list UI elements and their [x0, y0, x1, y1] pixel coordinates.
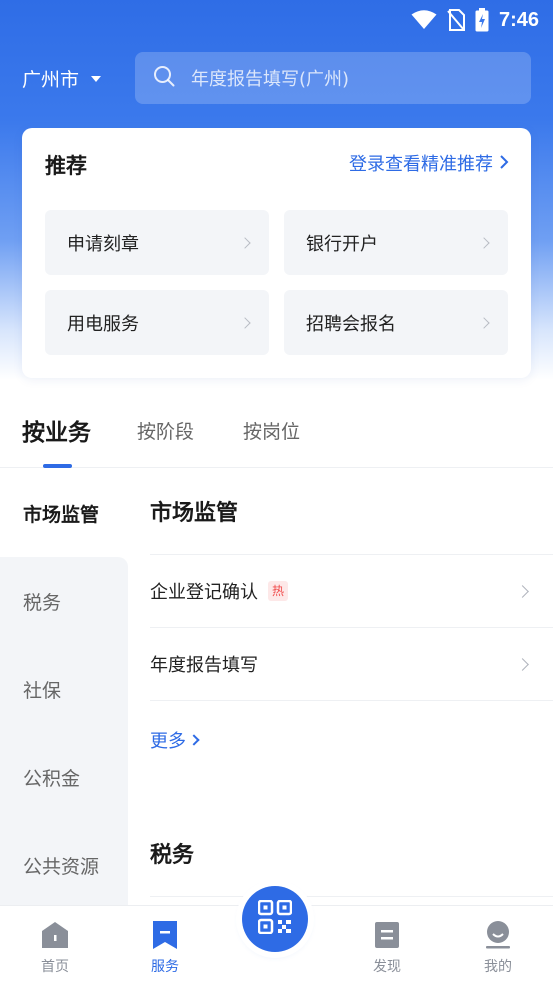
chevron-right-icon: [478, 236, 490, 249]
recommend-title: 推荐: [45, 154, 87, 178]
caret-down-icon: [91, 76, 102, 82]
search-bar[interactable]: 年度报告填写(广州): [135, 52, 531, 104]
search-placeholder: 年度报告填写(广州): [191, 69, 350, 90]
city-selector[interactable]: 广州市: [22, 52, 102, 104]
login-recommend-link[interactable]: 登录查看精准推荐: [349, 150, 509, 176]
city-label: 广州市: [22, 68, 80, 91]
login-recommend-label: 登录查看精准推荐: [349, 154, 493, 175]
search-icon: [153, 65, 175, 91]
recommend-item-label: 招聘会报名: [306, 313, 396, 335]
more-link[interactable]: 更多: [150, 727, 200, 753]
tab-indicator: [43, 464, 72, 468]
nav-label: 发现: [373, 959, 401, 975]
hot-badge: 热: [268, 581, 289, 601]
sidebar-item-housing-fund[interactable]: 公积金: [0, 733, 128, 821]
chevron-right-icon: [499, 153, 509, 174]
recommend-item-seal[interactable]: 申请刻章: [45, 210, 269, 275]
service-row-annual-report[interactable]: 年度报告填写: [150, 627, 553, 700]
recommend-item-electricity[interactable]: 用电服务: [45, 290, 269, 355]
battery-charging-icon: [475, 8, 489, 32]
tab-by-business[interactable]: 按业务: [22, 413, 91, 447]
sidebar-item-market-supervision[interactable]: 市场监管: [0, 469, 128, 557]
category-sidebar: 市场监管 税务 社保 公积金 公共资源: [0, 469, 128, 909]
chevron-right-icon: [478, 316, 490, 329]
service-row-enterprise-registration[interactable]: 企业登记确认 热: [150, 554, 553, 627]
status-time: 7:46: [498, 8, 539, 31]
service-row-label: 企业登记确认: [150, 582, 258, 603]
divider: [150, 896, 553, 904]
chevron-right-icon: [239, 316, 251, 329]
nav-profile[interactable]: 我的: [443, 906, 553, 983]
category-tabs: 按业务 按阶段 按岗位: [0, 405, 553, 468]
chevron-right-icon: [516, 657, 529, 671]
nav-home[interactable]: 首页: [0, 906, 110, 983]
no-sim-icon: [447, 9, 465, 31]
service-row-label: 年度报告填写: [150, 655, 258, 676]
bookmark-icon: [150, 920, 180, 950]
top-bar: 广州市 年度报告填写(广州): [0, 52, 553, 104]
recommend-item-label: 用电服务: [67, 313, 139, 335]
chevron-right-icon: [239, 236, 251, 249]
nav-label: 服务: [151, 959, 179, 975]
divider: [150, 700, 553, 701]
chevron-right-icon: [188, 734, 200, 746]
qr-scan-button[interactable]: [242, 886, 308, 952]
profile-icon: [483, 920, 513, 950]
sidebar-item-tax[interactable]: 税务: [0, 557, 128, 645]
discover-icon: [372, 920, 402, 950]
recommend-item-label: 申请刻章: [67, 233, 139, 255]
section-title: 税务: [150, 843, 195, 868]
section-title: 市场监管: [150, 501, 239, 526]
wifi-icon: [411, 10, 437, 30]
service-list: 市场监管 企业登记确认 热 年度报告填写 更多 税务: [128, 469, 553, 905]
nav-services[interactable]: 服务: [110, 906, 220, 983]
sidebar-item-public-resources[interactable]: 公共资源: [0, 821, 128, 909]
nav-label: 首页: [41, 959, 69, 975]
tab-by-position[interactable]: 按岗位: [243, 417, 300, 444]
recommend-card: 推荐 登录查看精准推荐 申请刻章 银行开户 用电服务 招聘会报名: [22, 128, 531, 378]
recommend-item-label: 银行开户: [306, 233, 378, 255]
nav-label: 我的: [484, 959, 512, 975]
status-bar: 7:46: [0, 0, 553, 40]
bottom-navigation: 首页 服务 发现 我的: [0, 886, 553, 983]
nav-discover[interactable]: 发现: [332, 906, 442, 983]
qr-scan-icon: [257, 899, 293, 938]
recommend-item-bank-account[interactable]: 银行开户: [284, 210, 508, 275]
more-label: 更多: [150, 731, 186, 752]
chevron-right-icon: [516, 584, 529, 598]
tab-by-stage[interactable]: 按阶段: [137, 417, 194, 444]
recommend-item-job-fair[interactable]: 招聘会报名: [284, 290, 508, 355]
sidebar-item-social-security[interactable]: 社保: [0, 645, 128, 733]
home-icon: [40, 920, 70, 950]
